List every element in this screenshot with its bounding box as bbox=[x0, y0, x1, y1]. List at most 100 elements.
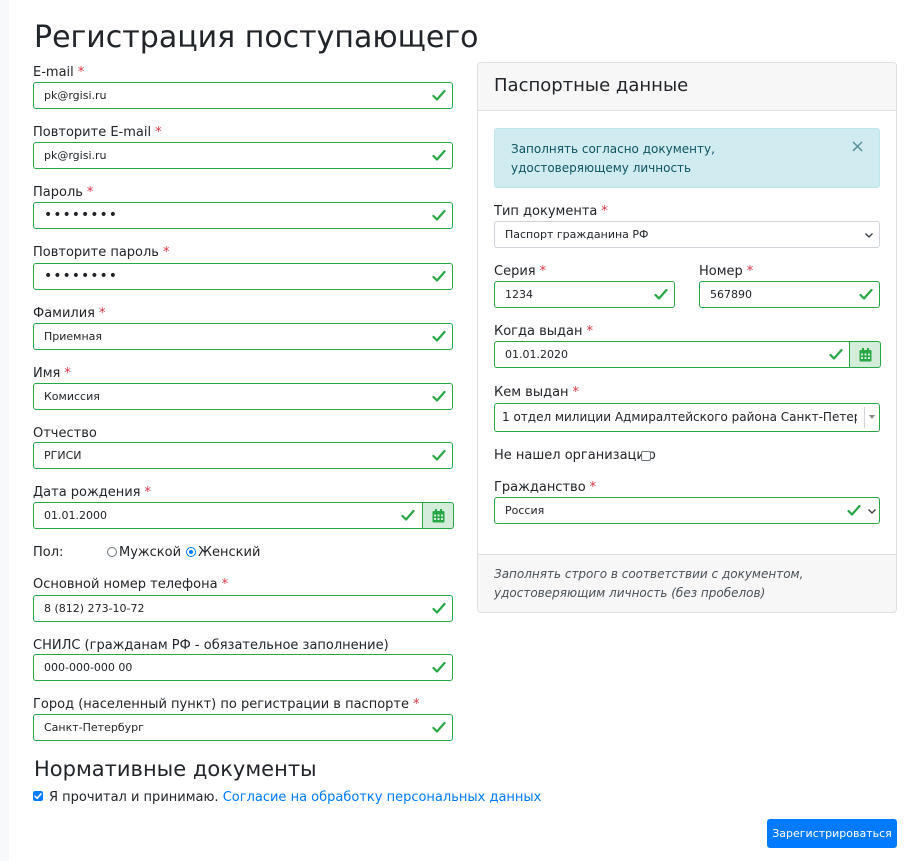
birth-date-calendar-button[interactable] bbox=[422, 502, 454, 529]
gender-female-radio[interactable] bbox=[186, 547, 196, 557]
check-icon bbox=[432, 149, 446, 161]
password-repeat-input[interactable]: •••••••• bbox=[33, 263, 453, 290]
phone-label: Основной номер телефона * bbox=[33, 576, 228, 594]
issue-date-label: Когда выдан * bbox=[494, 323, 593, 341]
chevron-down-icon bbox=[865, 233, 873, 238]
last-name-input[interactable]: Приемная bbox=[33, 323, 453, 350]
series-input[interactable]: 1234 bbox=[494, 281, 675, 308]
city-label-text: Город (населенный пункт) по регистрации … bbox=[33, 697, 409, 712]
consent-checkbox[interactable] bbox=[33, 791, 43, 801]
email-value: pk@rgisi.ru bbox=[44, 89, 107, 102]
required-mark: * bbox=[155, 125, 162, 140]
issue-date-input[interactable]: 01.01.2020 bbox=[494, 341, 850, 368]
passport-alert-text: Заполнять согласно документу, удостоверя… bbox=[511, 142, 715, 175]
number-label: Номер * bbox=[699, 263, 753, 281]
check-icon bbox=[432, 330, 446, 342]
middle-name-input[interactable]: РГИСИ bbox=[33, 442, 453, 469]
password-label: Пароль * bbox=[33, 184, 93, 202]
snils-value: 000-000-000 00 bbox=[44, 661, 133, 674]
city-input[interactable]: Санкт-Петербург bbox=[33, 714, 453, 741]
number-value: 567890 bbox=[710, 288, 752, 301]
required-mark: * bbox=[221, 577, 229, 592]
email-repeat-input[interactable]: pk@rgisi.ru bbox=[33, 142, 453, 169]
chevron-down-icon[interactable] bbox=[869, 415, 875, 419]
gender-male-label: Мужской bbox=[119, 545, 182, 560]
gender-male-option[interactable]: Мужской bbox=[107, 544, 181, 562]
issued-by-select[interactable]: 1 отдел милиции Адмиралтейского района С… bbox=[494, 403, 880, 432]
register-button[interactable]: Зарегистрироваться bbox=[767, 819, 897, 848]
first-name-label-text: Имя bbox=[33, 366, 61, 381]
required-mark: * bbox=[746, 264, 754, 279]
birth-date-label-text: Дата рождения bbox=[33, 485, 141, 500]
org-not-found-checkbox[interactable] bbox=[641, 451, 651, 461]
required-mark: * bbox=[586, 324, 593, 339]
email-label: E-mail * bbox=[33, 64, 84, 82]
number-input[interactable]: 567890 bbox=[699, 281, 880, 308]
check-icon bbox=[401, 509, 415, 521]
first-name-input[interactable]: Комиссия bbox=[33, 383, 453, 410]
required-mark: * bbox=[572, 385, 580, 400]
normative-heading: Нормативные документы bbox=[34, 757, 317, 781]
snils-label: СНИЛС (гражданам РФ - обязательное запол… bbox=[33, 638, 389, 653]
series-label: Серия * bbox=[494, 263, 546, 281]
required-mark: * bbox=[144, 485, 151, 500]
required-mark: * bbox=[589, 480, 597, 495]
org-not-found-label: Не нашел организацию bbox=[494, 448, 656, 463]
password-label-text: Пароль bbox=[33, 185, 83, 200]
citizenship-label: Гражданство * bbox=[494, 479, 596, 497]
middle-name-label: Отчество bbox=[33, 426, 97, 441]
doc-type-label: Тип документа * bbox=[494, 203, 608, 221]
first-name-label: Имя * bbox=[33, 365, 71, 383]
password-value: •••••••• bbox=[44, 207, 119, 223]
calendar-icon bbox=[859, 348, 872, 362]
chevron-down-icon bbox=[868, 509, 876, 514]
gender-female-label: Женский bbox=[198, 545, 261, 560]
close-icon[interactable]: × bbox=[850, 137, 865, 157]
number-label-text: Номер bbox=[699, 264, 743, 279]
required-mark: * bbox=[64, 366, 71, 381]
issue-date-calendar-button[interactable] bbox=[849, 341, 881, 368]
birth-date-value: 01.01.2000 bbox=[44, 509, 107, 522]
city-label: Город (населенный пункт) по регистрации … bbox=[33, 696, 419, 714]
email-repeat-value: pk@rgisi.ru bbox=[44, 149, 107, 162]
page-title: Регистрация поступающего bbox=[34, 20, 479, 55]
required-mark: * bbox=[99, 306, 106, 321]
check-icon bbox=[859, 288, 873, 300]
password-input[interactable]: •••••••• bbox=[33, 202, 453, 229]
email-input[interactable]: pk@rgisi.ru bbox=[33, 82, 453, 109]
doc-type-select[interactable]: Паспорт гражданина РФ bbox=[494, 221, 880, 248]
snils-input[interactable]: 000-000-000 00 bbox=[33, 654, 453, 681]
first-name-value: Комиссия bbox=[44, 390, 100, 403]
required-mark: * bbox=[86, 185, 94, 200]
required-mark: * bbox=[77, 65, 85, 80]
email-repeat-label: Повторите E-mail * bbox=[33, 124, 162, 142]
issued-by-value: 1 отдел милиции Адмиралтейского района С… bbox=[502, 410, 857, 424]
required-mark: * bbox=[601, 204, 608, 219]
city-value: Санкт-Петербург bbox=[44, 721, 144, 734]
consent-row: Я прочитал и принимаю. Согласие на обраб… bbox=[49, 789, 541, 807]
consent-link[interactable]: Согласие на обработку персональных данны… bbox=[223, 790, 542, 805]
last-name-label-text: Фамилия bbox=[33, 306, 95, 321]
required-mark: * bbox=[412, 697, 420, 712]
phone-input[interactable]: 8 (812) 273-10-72 bbox=[33, 595, 453, 622]
gender-female-option[interactable]: Женский bbox=[186, 544, 260, 562]
issued-by-label: Кем выдан * bbox=[494, 384, 579, 402]
check-icon bbox=[432, 390, 446, 402]
phone-label-text: Основной номер телефона bbox=[33, 577, 218, 592]
password-repeat-label-text: Повторите пароль bbox=[33, 245, 159, 260]
citizenship-label-text: Гражданство bbox=[494, 480, 586, 495]
gender-label: Пол: bbox=[33, 545, 64, 560]
check-icon bbox=[432, 449, 446, 461]
series-label-text: Серия bbox=[494, 264, 536, 279]
left-edge-strip bbox=[0, 0, 9, 861]
birth-date-input[interactable]: 01.01.2000 bbox=[33, 502, 423, 529]
middle-name-value: РГИСИ bbox=[44, 449, 82, 462]
passport-heading: Паспортные данные bbox=[494, 75, 689, 96]
passport-footer-note: Заполнять строго в соответствии с докуме… bbox=[494, 567, 804, 600]
required-mark: * bbox=[162, 245, 170, 260]
citizenship-select[interactable]: Россия bbox=[494, 497, 880, 524]
email-repeat-label-text: Повторите E-mail bbox=[33, 125, 152, 140]
passport-alert: Заполнять согласно документу, удостоверя… bbox=[494, 128, 880, 188]
check-icon bbox=[432, 721, 446, 733]
gender-male-radio[interactable] bbox=[107, 547, 117, 557]
